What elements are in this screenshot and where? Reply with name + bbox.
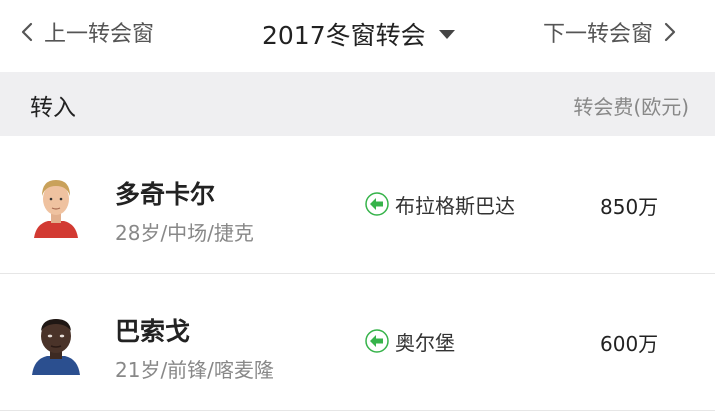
transfer-row[interactable]: 巴索戈 21岁/前锋/喀麦隆 奥尔堡 600万 — [0, 274, 715, 411]
transfer-fee: 600万 — [600, 332, 659, 356]
from-club: 布拉格斯巴达 — [365, 189, 515, 219]
next-window-label: 下一转会窗 — [542, 22, 653, 47]
transfer-row[interactable]: 多奇卡尔 28岁/中场/捷克 布拉格斯巴达 850万 — [0, 137, 715, 274]
window-title: 2017冬窗转会 — [262, 21, 426, 50]
previous-window-label: 上一转会窗 — [44, 22, 155, 47]
caret-down-icon — [438, 28, 456, 40]
from-club-name: 布拉格斯巴达 — [395, 193, 515, 218]
transfer-in-arrow-icon — [365, 329, 389, 353]
player-avatar — [30, 172, 82, 238]
previous-window-button[interactable]: 上一转会窗 — [20, 16, 154, 48]
chevron-right-icon — [663, 21, 677, 43]
player-name: 多奇卡尔 — [115, 180, 216, 209]
window-selector[interactable]: 2017冬窗转会 — [262, 16, 456, 52]
fee-column-header: 转会费(欧元) — [573, 95, 689, 119]
from-club: 奥尔堡 — [365, 326, 455, 356]
transfer-fee: 850万 — [600, 195, 659, 219]
from-club-name: 奥尔堡 — [395, 330, 455, 355]
player-info: 28岁/中场/捷克 — [115, 221, 254, 245]
transfer-in-arrow-icon — [365, 192, 389, 216]
section-title: 转入 — [30, 95, 76, 121]
chevron-left-icon — [20, 21, 34, 43]
player-info: 21岁/前锋/喀麦隆 — [115, 358, 274, 382]
top-navigation-bar: 上一转会窗 2017冬窗转会 下一转会窗 — [0, 0, 715, 72]
player-name: 巴索戈 — [115, 317, 191, 346]
player-avatar — [30, 309, 82, 375]
next-window-button[interactable]: 下一转会窗 — [543, 16, 677, 48]
transfers-in-header: 转入 转会费(欧元) — [0, 72, 715, 136]
